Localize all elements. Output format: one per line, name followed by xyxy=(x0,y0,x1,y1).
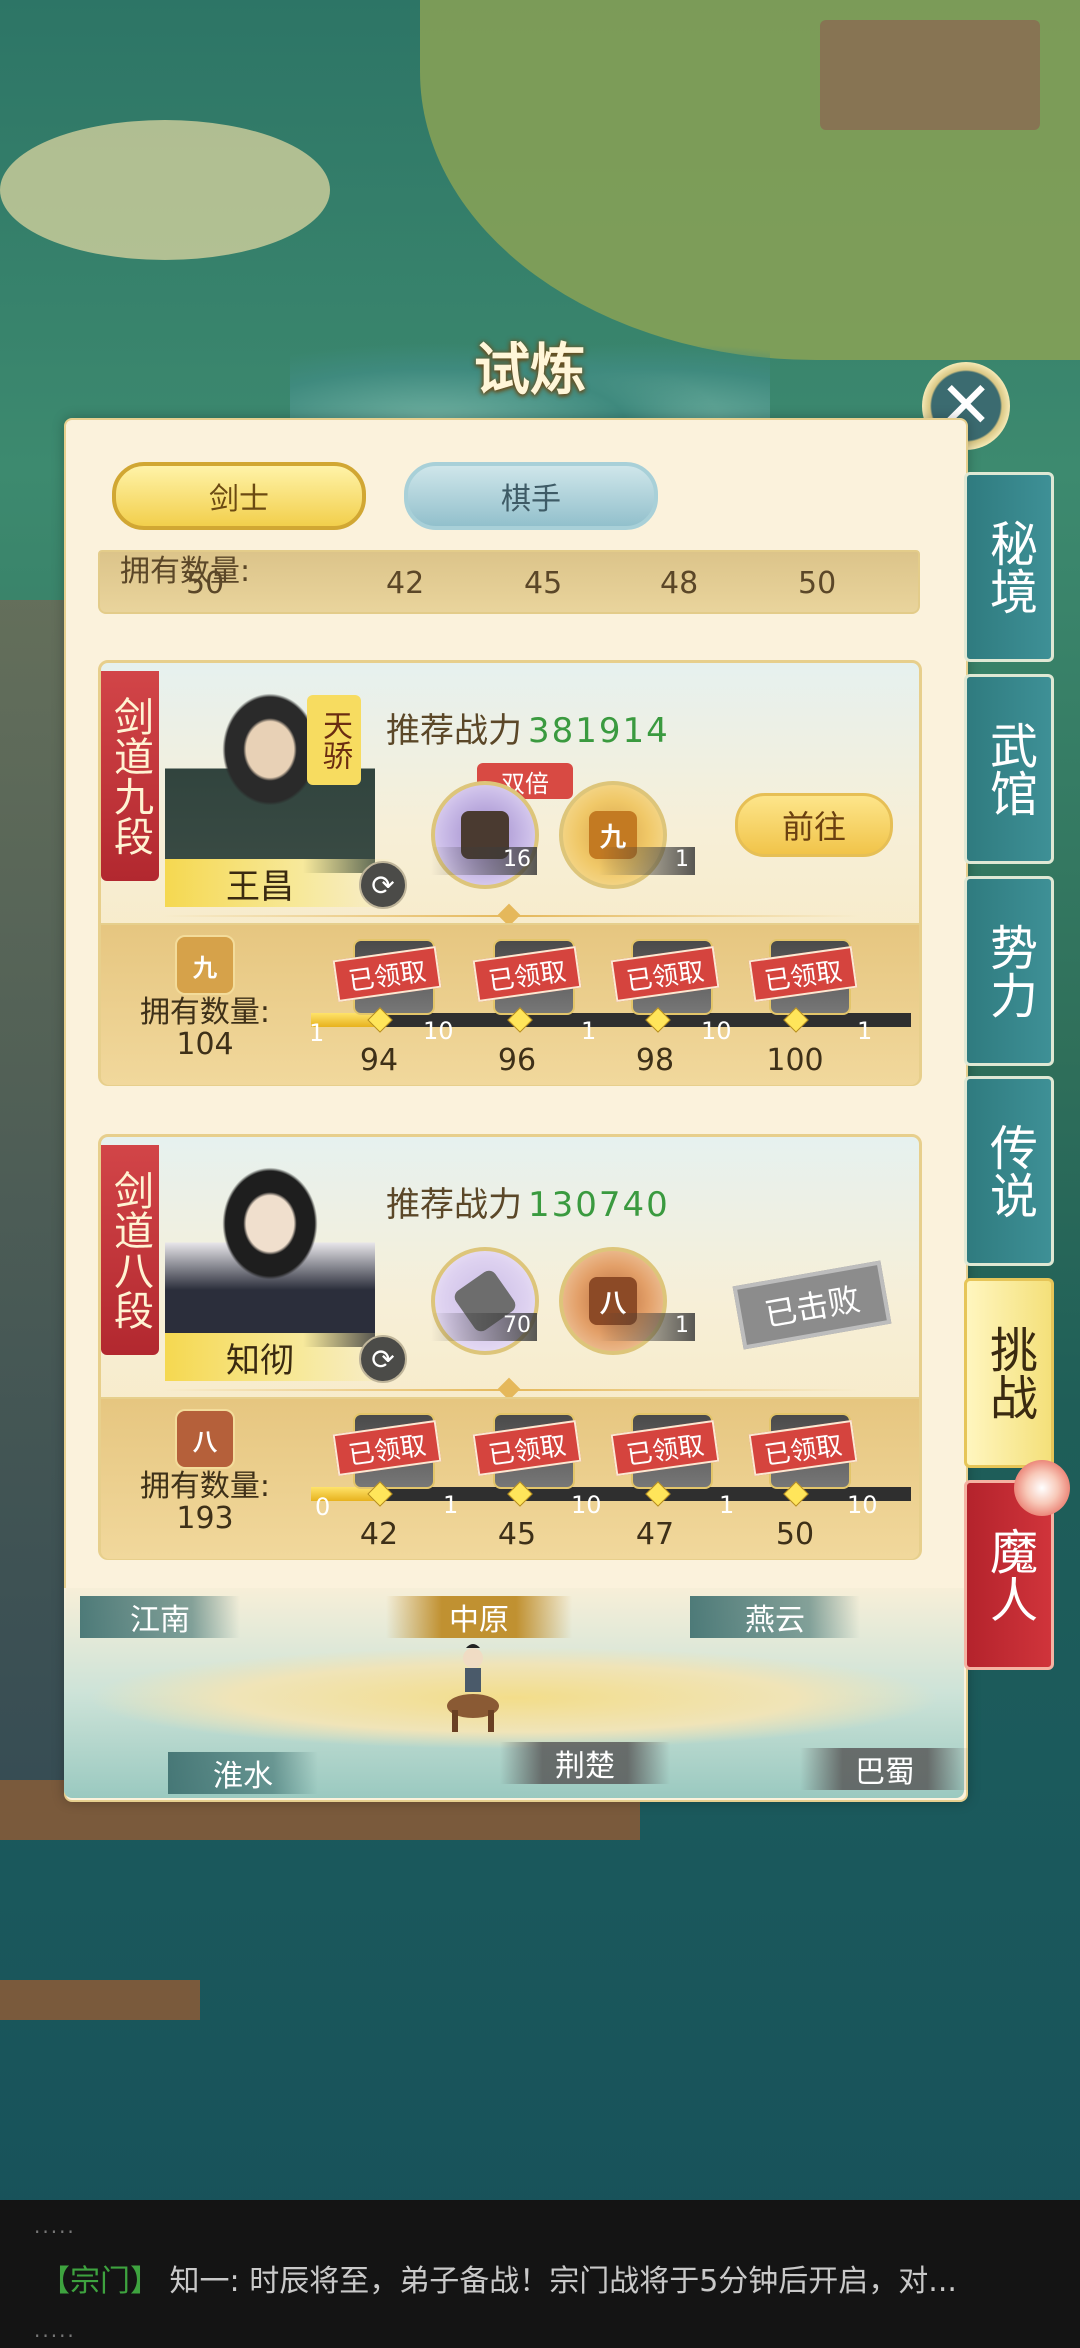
milestone-value: 94 xyxy=(359,1043,399,1078)
go-button[interactable]: 前往 xyxy=(735,793,893,857)
rank-eight-medal-icon: 八 xyxy=(175,1409,235,1469)
chat-dots-top: ..... xyxy=(34,2214,76,2238)
background-sandbank xyxy=(0,120,330,260)
chat-dots-bottom: ..... xyxy=(34,2318,76,2342)
power-value: 381914 xyxy=(528,711,670,751)
demon-flame-icon xyxy=(1014,1460,1070,1516)
chat-message-text: 知一: 时辰将至，弟子备战！宗门战将于5分钟后开启，对... xyxy=(169,2264,957,2299)
milestone-value: 48 xyxy=(660,566,699,601)
recommended-power: 推荐战力 130740 xyxy=(386,1177,670,1226)
reward-count: 1 xyxy=(719,1491,735,1519)
opponent-card: 剑道九段 天骄 王昌 ⟳ 推荐战力 381914 双倍 16 九 1 前往 九 拥… xyxy=(98,660,922,1086)
item-count: 1 xyxy=(599,1313,695,1341)
power-label: 推荐战力 xyxy=(386,711,522,751)
region-bashu[interactable]: 巴蜀 xyxy=(800,1748,970,1790)
own-count: 拥有数量: 193 xyxy=(115,1471,295,1535)
region-yanyun[interactable]: 燕云 xyxy=(690,1596,860,1638)
reward-count: 1 xyxy=(309,1019,325,1047)
milestone-value: 50 xyxy=(775,1517,815,1552)
horse-rider-icon xyxy=(447,1644,499,1732)
reward-count: 10 xyxy=(423,1017,454,1045)
milestone-value: 42 xyxy=(359,1517,399,1552)
milestone-value: 96 xyxy=(497,1043,537,1078)
rank-banner: 剑道九段 xyxy=(101,671,159,881)
progress-track xyxy=(311,1487,911,1501)
region-jiangnan[interactable]: 江南 xyxy=(80,1596,240,1638)
tab-chess-player[interactable]: 棋手 xyxy=(404,462,658,530)
own-count: 拥有数量: 104 xyxy=(115,997,295,1061)
own-count-label: 拥有数量: xyxy=(139,1469,271,1504)
reward-count: 10 xyxy=(701,1017,732,1045)
power-value: 130740 xyxy=(528,1185,670,1225)
chat-message: 【宗门】 知一: 时辰将至，弟子备战！宗门战将于5分钟后开启，对... xyxy=(40,2256,1060,2300)
page-title: 试炼 xyxy=(474,337,586,403)
item-count: 16 xyxy=(431,847,537,875)
reward-count: 1 xyxy=(581,1017,597,1045)
ownership-progress: 九 拥有数量: 104 1 已领取 10 94 已领取 1 96 已领取 10 … xyxy=(101,923,919,1085)
milestone-value: 100 xyxy=(766,1043,824,1078)
side-tab-martial-hall[interactable]: 武馆 xyxy=(964,674,1054,864)
map-swirl-decoration xyxy=(64,1638,964,1758)
rank-nine-medal-icon: 九 xyxy=(175,935,235,995)
defeated-stamp: 已击败 xyxy=(732,1260,892,1350)
opponent-card: 剑道八段 知彻 ⟳ 推荐战力 130740 70 八 1 已击败 八 拥有数量: … xyxy=(98,1134,922,1560)
power-label: 推荐战力 xyxy=(386,1185,522,1225)
side-tab-secret-realm[interactable]: 秘境 xyxy=(964,472,1054,662)
chat-channel: 【宗门】 xyxy=(40,2264,160,2299)
region-zhongyuan[interactable]: 中原 xyxy=(386,1596,572,1638)
side-tab-legend[interactable]: 传说 xyxy=(964,1076,1054,1266)
reward-count: 10 xyxy=(847,1491,878,1519)
opponent-name: 知彻 xyxy=(226,1340,294,1381)
own-count-label: 拥有数量: xyxy=(139,995,271,1030)
opponent-name: 王昌 xyxy=(226,866,294,907)
item-count: 70 xyxy=(431,1313,537,1341)
progress-track xyxy=(311,1013,911,1027)
reward-count: 1 xyxy=(857,1017,873,1045)
reward-count: 1 xyxy=(443,1491,459,1519)
previous-card-progress: 拥有数量: 50 42 45 48 50 xyxy=(98,550,920,614)
side-tab-challenge[interactable]: 挑战 xyxy=(964,1278,1054,1468)
region-huaishui[interactable]: 淮水 xyxy=(168,1752,318,1794)
own-count-value: 50 xyxy=(186,566,225,601)
ownership-progress: 八 拥有数量: 193 0 已领取 1 42 已领取 10 45 已领取 1 4… xyxy=(101,1397,919,1559)
rank-banner: 剑道八段 xyxy=(101,1145,159,1355)
background-town xyxy=(0,600,70,1800)
region-jingchu[interactable]: 荆楚 xyxy=(500,1742,670,1784)
milestone-value: 45 xyxy=(524,566,563,601)
milestone-value: 98 xyxy=(635,1043,675,1078)
swap-icon[interactable]: ⟳ xyxy=(359,861,407,909)
tab-swordsman[interactable]: 剑士 xyxy=(112,462,366,530)
milestone-value: 47 xyxy=(635,1517,675,1552)
own-count-value: 104 xyxy=(176,1027,234,1062)
own-count-value: 193 xyxy=(176,1501,234,1536)
swap-icon[interactable]: ⟳ xyxy=(359,1335,407,1383)
title-header: 试炼 xyxy=(290,300,770,420)
reward-count: 0 xyxy=(315,1493,331,1521)
milestone-value: 45 xyxy=(497,1517,537,1552)
opponent-portrait xyxy=(165,1157,375,1347)
side-tab-faction[interactable]: 势力 xyxy=(964,876,1054,1066)
tianjiao-tag: 天骄 xyxy=(307,695,361,785)
reward-count: 10 xyxy=(571,1491,602,1519)
background-building xyxy=(820,20,1040,130)
milestone-value: 42 xyxy=(386,566,425,601)
recommended-power: 推荐战力 381914 xyxy=(386,703,670,752)
item-count: 1 xyxy=(599,847,695,875)
background-dock-lower xyxy=(0,1980,200,2020)
chat-bar[interactable]: ..... 【宗门】 知一: 时辰将至，弟子备战！宗门战将于5分钟后开启，对..… xyxy=(0,2200,1080,2348)
milestone-value: 50 xyxy=(798,566,837,601)
